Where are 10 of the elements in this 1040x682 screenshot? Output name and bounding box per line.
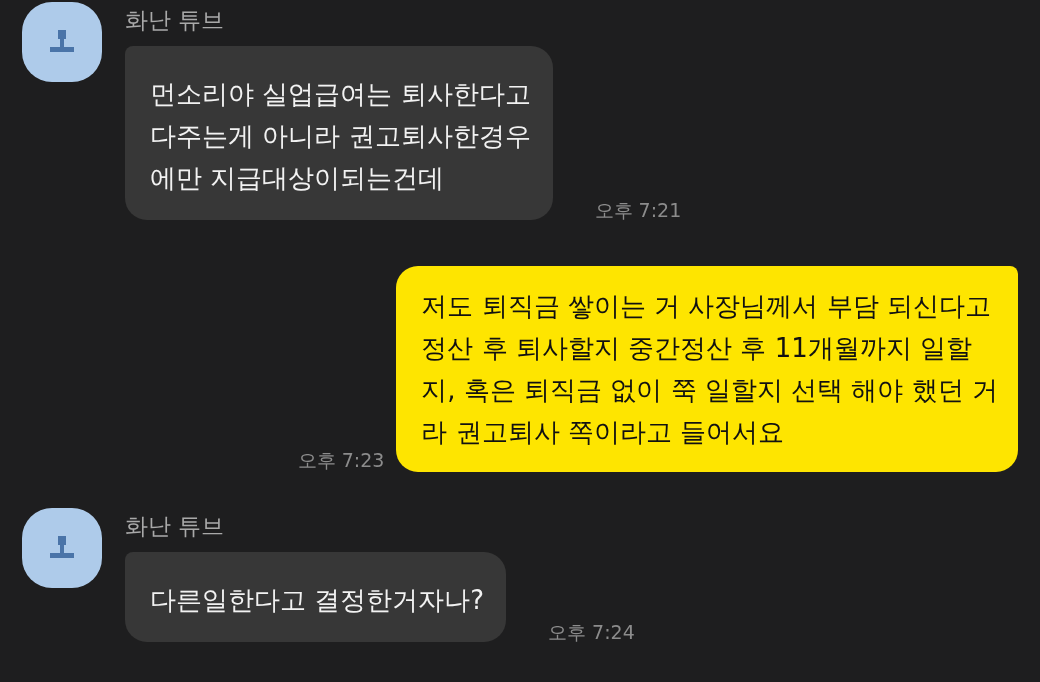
- message-bubble: 저도 퇴직금 쌓이는 거 사장님께서 부담 되신다고 정산 후 퇴사할지 중간정산 후 11개월까지 일할 지, 혹은 퇴직금 없이 쭉 일할지 선택 해야 했던 거 라 권고퇴사 쪽이라고 들어서요: [396, 266, 1018, 472]
- message-time: 오후 7:21: [594, 198, 682, 223]
- avatar-icon[interactable]: [22, 508, 102, 588]
- sender-name: 화난 튜브: [125, 512, 226, 541]
- sender-name: 화난 튜브: [125, 6, 226, 35]
- message-bubble: 다른일한다고 결정한거자나?: [125, 552, 507, 642]
- avatar-icon[interactable]: [22, 2, 102, 82]
- message-time: 오후 7:24: [548, 620, 635, 645]
- message-bubble: 먼소리야 실업급여는 퇴사한다고 다주는게 아니라 권고퇴사한경우 에만 지급대상이되는건데: [125, 46, 553, 220]
- message-time: 오후 7:23: [297, 448, 385, 473]
